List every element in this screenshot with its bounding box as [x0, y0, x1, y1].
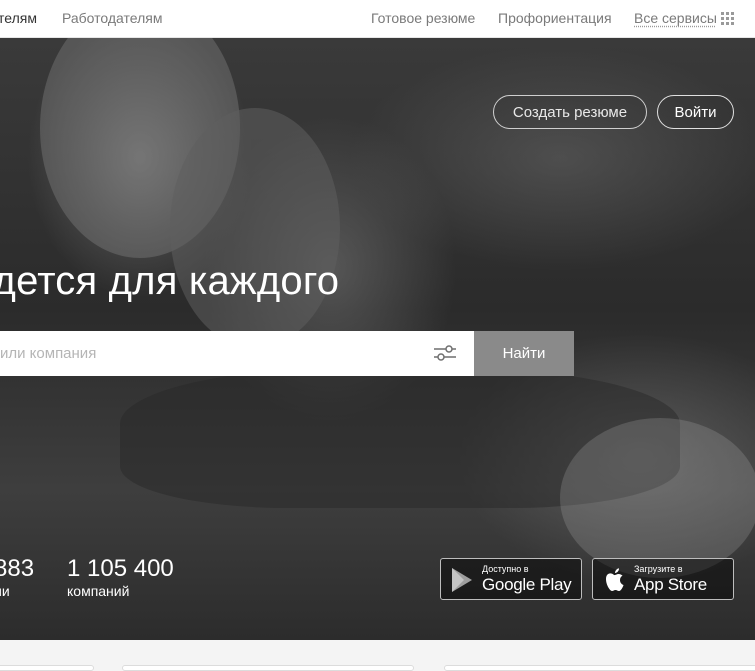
cards-strip	[0, 640, 755, 671]
content-card[interactable]	[122, 665, 414, 671]
hero-photo-figure	[560, 418, 755, 578]
stat-companies-label: компаний	[67, 583, 130, 599]
nav-link-all-services[interactable]: Все сервисы	[634, 10, 717, 26]
hero-photo-figure	[170, 108, 340, 348]
login-button[interactable]: Войти	[657, 95, 734, 129]
nav-link-job-seekers[interactable]: телям	[0, 10, 37, 26]
content-card[interactable]	[444, 665, 755, 671]
nav-link-career-guidance[interactable]: Профориентация	[498, 10, 612, 26]
top-navigation: телям Работодателям Готовое резюме Профо…	[0, 0, 755, 38]
google-play-small-text: Доступно в	[482, 564, 529, 574]
stat-vacancies-count: 883	[0, 555, 35, 582]
google-play-icon	[452, 568, 472, 592]
grid-icon[interactable]	[721, 12, 734, 25]
nav-link-ready-resume[interactable]: Готовое резюме	[371, 10, 475, 26]
search-box	[0, 331, 475, 376]
content-card[interactable]	[0, 665, 94, 671]
stat-companies-count: 1 105 400	[67, 555, 174, 582]
google-play-big-text: Google Play	[482, 575, 572, 594]
find-button[interactable]: Найти	[474, 331, 574, 376]
nav-link-employers[interactable]: Работодателям	[62, 10, 163, 26]
create-resume-button[interactable]: Создать резюме	[493, 95, 647, 129]
app-store-small-text: Загрузите в	[634, 564, 683, 574]
filter-settings-icon[interactable]	[434, 344, 456, 362]
stat-vacancies-label: ии	[0, 583, 10, 599]
hero-banner: Создать резюме Войти йдется для каждого …	[0, 38, 755, 640]
app-store-big-text: App Store	[634, 575, 707, 594]
search-input[interactable]	[0, 331, 420, 376]
app-store-badge[interactable]: Загрузите в App Store	[592, 558, 734, 600]
apple-icon	[606, 568, 624, 591]
hero-headline: йдется для каждого	[0, 259, 340, 303]
google-play-badge[interactable]: Доступно в Google Play	[440, 558, 582, 600]
